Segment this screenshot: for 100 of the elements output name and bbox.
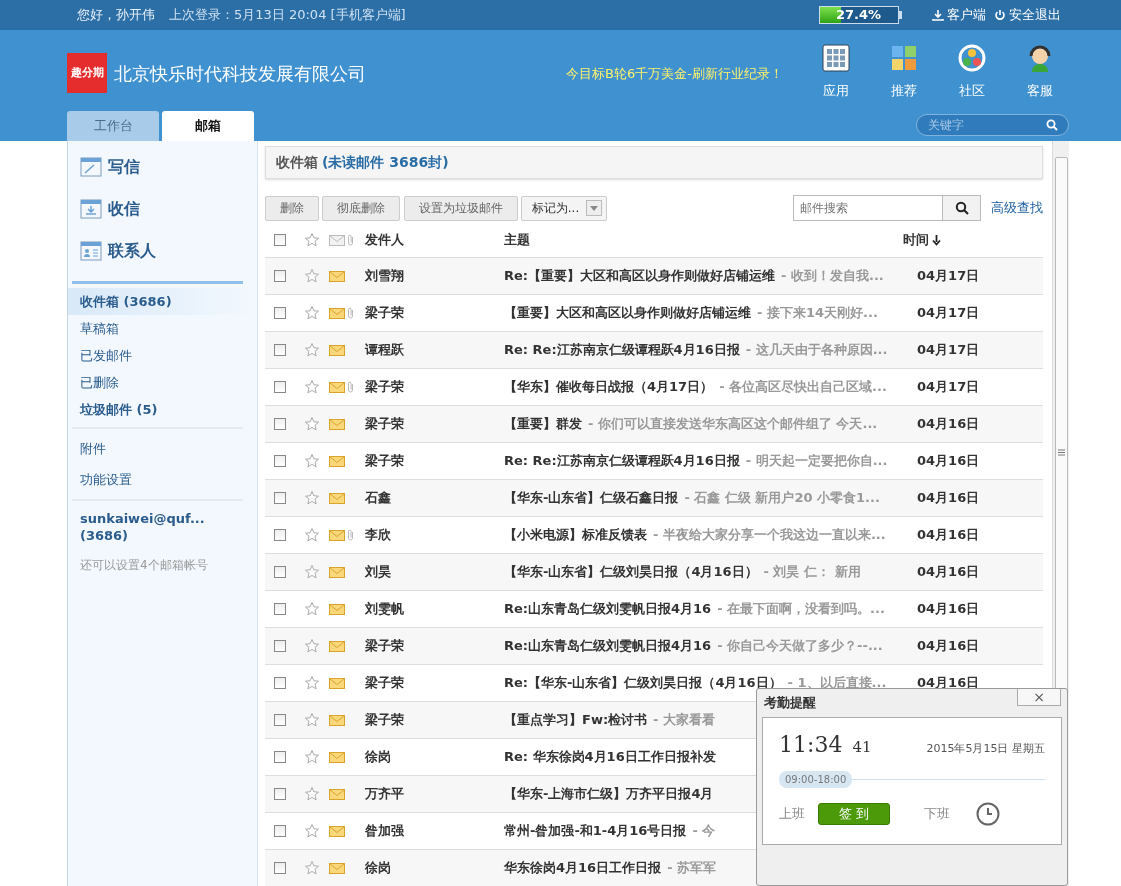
sender-name: 李欣 (365, 526, 392, 545)
close-button[interactable]: × (1017, 689, 1061, 706)
keyword-search-field[interactable]: 关键字 (926, 115, 1046, 135)
email-subject[interactable]: 【华东-山东省】仁级刘昊日报（4月16日） (504, 564, 758, 580)
column-header: 发件人 (365, 231, 405, 250)
star-icon[interactable] (304, 268, 320, 284)
star-icon[interactable] (304, 786, 320, 802)
toolbar-button[interactable]: 设置为垃圾邮件 (403, 195, 518, 221)
star-icon[interactable] (304, 342, 320, 358)
email-subject[interactable]: 常州-昝加强-和1-4月16号日报 (504, 823, 687, 839)
tab[interactable]: 邮箱 (162, 111, 255, 141)
star-icon[interactable] (304, 749, 320, 765)
star-icon[interactable] (304, 675, 320, 691)
email-subject[interactable]: 【小米电源】标准反馈表 (504, 527, 647, 543)
toolbar-button[interactable]: 删除 (265, 195, 319, 221)
sender-name: 万齐平 (365, 785, 405, 804)
row-checkbox[interactable] (274, 566, 286, 578)
star-icon[interactable] (304, 379, 320, 395)
email-subject[interactable]: 华东徐岗4月16日工作日报 (504, 860, 662, 876)
star-icon[interactable] (304, 453, 320, 469)
folder-item[interactable]: 已删除 (68, 369, 257, 396)
toolbar-button[interactable]: 彻底删除 (322, 195, 401, 221)
grid-icon (822, 44, 850, 72)
check-in-button[interactable]: 签 到 (818, 803, 890, 825)
star-icon[interactable] (304, 305, 320, 321)
row-checkbox[interactable] (274, 714, 286, 726)
sidebar-action[interactable]: 收信 (80, 197, 140, 221)
mail-search-box[interactable]: 邮件搜索 (793, 195, 982, 221)
row-checkbox[interactable] (274, 270, 286, 282)
star-icon[interactable] (304, 638, 320, 654)
star-icon[interactable] (304, 232, 320, 248)
email-preview: - 你们可以直接发送华东高区这个邮件组了 今天... (588, 416, 878, 432)
download-icon (931, 9, 944, 21)
email-preview: - 这几天由于各种原因... (745, 342, 888, 358)
row-checkbox[interactable] (274, 751, 286, 763)
email-date: 04月16日 (916, 563, 981, 582)
sender-name: 徐岗 (365, 748, 392, 767)
column-header[interactable]: 时间 (903, 230, 929, 250)
logout-link[interactable]: 安全退出 (993, 5, 1061, 25)
email-subject[interactable]: 【华东-上海市仁级】万齐平日报4月 (504, 786, 714, 802)
contact-card-icon (80, 240, 102, 262)
usage-reading: 27.4% (834, 7, 883, 23)
email-subject[interactable]: Re:山东青岛仁级刘雯帆日报4月16 (504, 601, 712, 617)
folder-item[interactable]: 垃圾邮件 (5) (68, 396, 257, 423)
email-date: 04月16日 (916, 452, 981, 471)
row-checkbox[interactable] (274, 825, 286, 837)
star-icon[interactable] (304, 712, 320, 728)
email-subject[interactable]: 【重点学习】Fw:检讨书 (504, 712, 648, 728)
account-note: 还可以设置4个邮箱帐号 (79, 557, 209, 574)
email-subject[interactable]: 【华东】催收每日战报（4月17日） (504, 379, 714, 395)
folder-item[interactable]: 草稿箱 (68, 315, 257, 342)
star-icon[interactable] (304, 860, 320, 876)
sender-name: 梁子荣 (365, 637, 405, 656)
email-subject[interactable]: Re:【重要】大区和高区以身作则做好店铺运维 (504, 268, 776, 284)
account-link[interactable]: sunkaiwei@quf... (3686) (68, 505, 257, 544)
row-checkbox[interactable] (274, 455, 286, 467)
star-icon[interactable] (304, 527, 320, 543)
sidebar-link[interactable]: 附件 (68, 433, 257, 464)
sidebar-link[interactable]: 功能设置 (68, 464, 257, 495)
folder-item[interactable]: 已发邮件 (68, 342, 257, 369)
email-subject[interactable]: 【重要】群发 (504, 416, 582, 432)
download-link[interactable]: 客户端 (931, 5, 986, 25)
row-checkbox[interactable] (274, 677, 286, 689)
email-preview: - 在最下面啊，没看到吗。... (717, 601, 885, 617)
sidebar-action[interactable]: 联系人 (80, 239, 156, 263)
email-preview: - 明天起一定要把你自... (745, 453, 888, 469)
star-icon[interactable] (304, 823, 320, 839)
star-icon[interactable] (304, 564, 320, 580)
row-checkbox[interactable] (274, 492, 286, 504)
sender-name: 昝加强 (365, 822, 405, 841)
sender-name: 梁子荣 (365, 711, 405, 730)
mark-as-dropdown[interactable]: 标记为... (520, 195, 607, 221)
keyword-search-box[interactable]: 关键字 (916, 114, 1069, 136)
row-checkbox[interactable] (274, 640, 286, 652)
email-date: 04月17日 (916, 304, 981, 323)
sidebar-action[interactable]: 写信 (80, 155, 140, 179)
work-hours-label: 09:00-18:00 (779, 771, 853, 788)
email-subject[interactable]: Re: 华东徐岗4月16日工作日报补发 (504, 749, 716, 765)
advanced-search-link[interactable]: 高级查找 (991, 198, 1043, 218)
row-checkbox[interactable] (274, 529, 286, 541)
row-checkbox[interactable] (274, 418, 286, 430)
email-subject[interactable]: 【华东-山东省】仁级石鑫日报 (504, 490, 679, 506)
row-checkbox[interactable] (274, 344, 286, 356)
row-checkbox[interactable] (274, 862, 286, 874)
star-icon[interactable] (304, 416, 320, 432)
star-icon[interactable] (304, 490, 320, 506)
star-icon[interactable] (304, 601, 320, 617)
select-all-checkbox[interactable] (274, 234, 286, 246)
row-checkbox[interactable] (274, 381, 286, 393)
email-subject[interactable]: Re: Re:江苏南京仁级谭程跃4月16日报 (504, 342, 740, 358)
row-checkbox[interactable] (274, 788, 286, 800)
sender-name: 梁子荣 (365, 452, 405, 471)
row-checkbox[interactable] (274, 307, 286, 319)
email-preview: - 半夜给大家分享一个我这边一直以来... (653, 527, 886, 543)
email-date: 04月17日 (916, 341, 981, 360)
email-subject[interactable]: 【重要】大区和高区以身作则做好店铺运维 (504, 305, 751, 321)
email-subject[interactable]: Re:山东青岛仁级刘雯帆日报4月16 (504, 638, 712, 654)
email-subject[interactable]: Re: Re:江苏南京仁级谭程跃4月16日报 (504, 453, 740, 469)
search-button[interactable] (942, 196, 981, 220)
row-checkbox[interactable] (274, 603, 286, 615)
